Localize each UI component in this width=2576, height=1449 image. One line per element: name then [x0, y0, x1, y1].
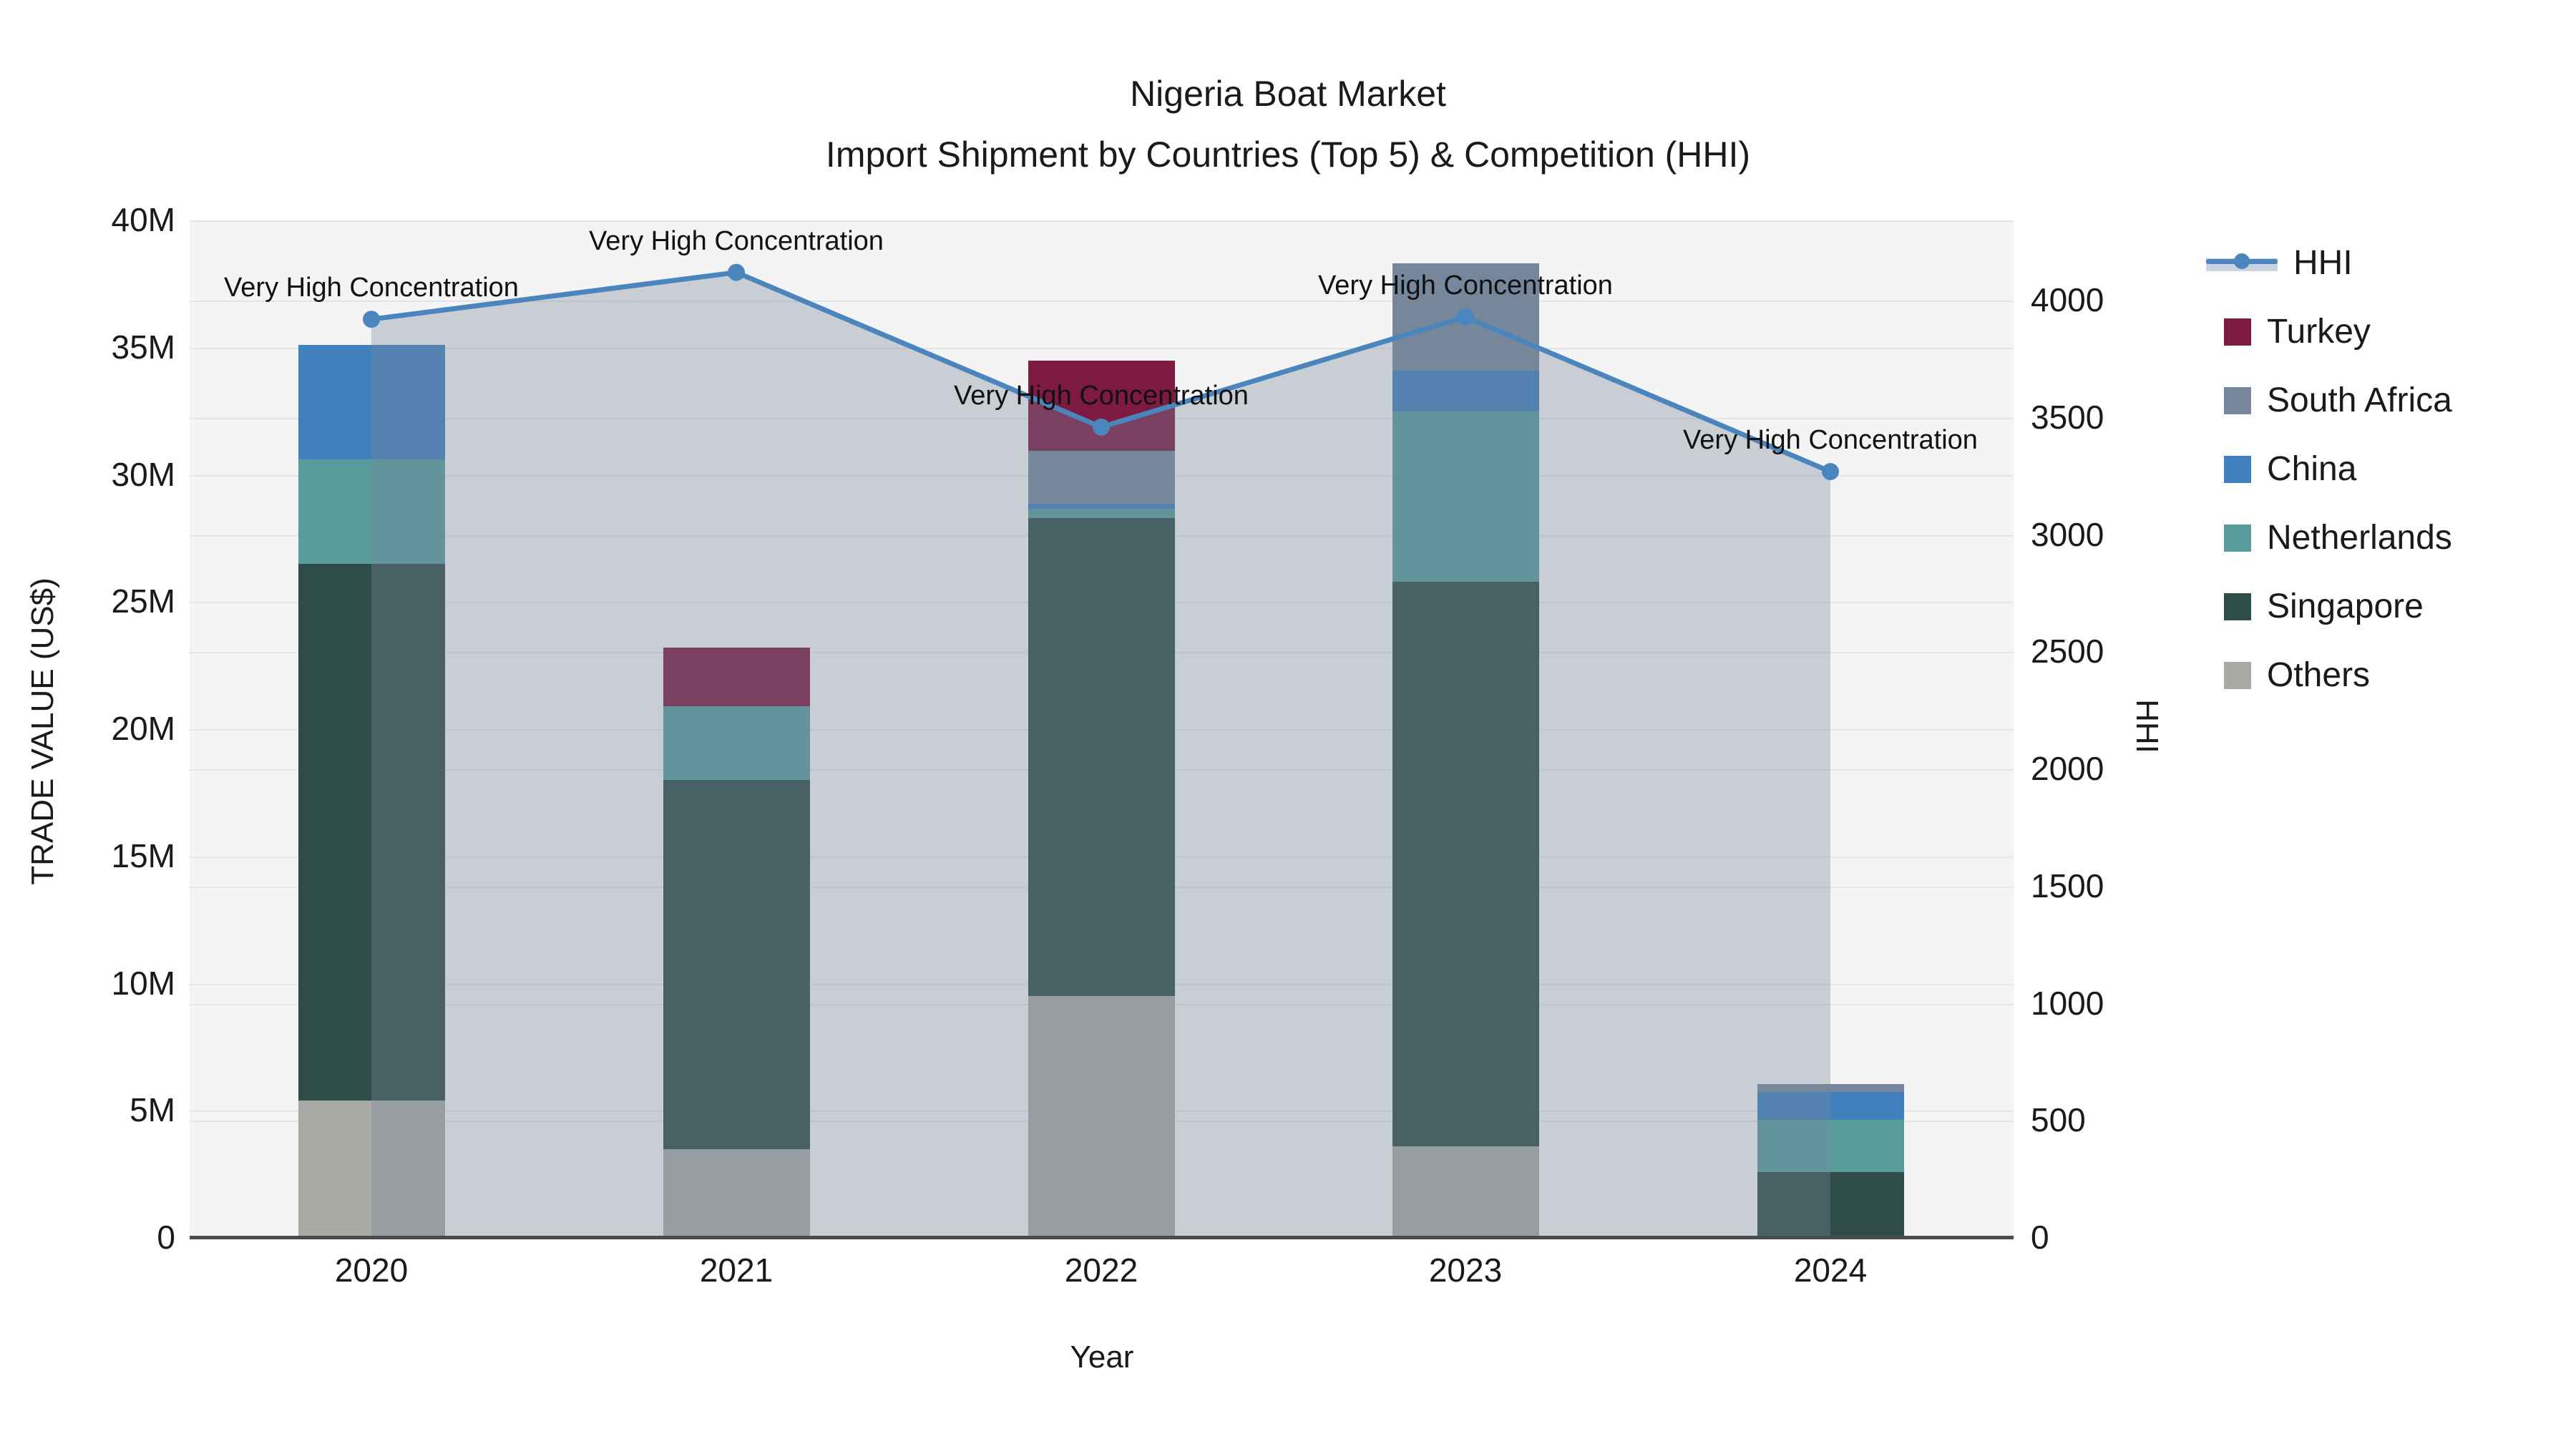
plot-area: [190, 220, 2014, 1238]
annotation-2022: Very High Concentration: [954, 380, 1249, 411]
x-tick-2024: 2024: [1793, 1252, 1868, 1289]
bar-segment-singapore-2023[interactable]: [1392, 581, 1539, 1146]
y-left-tick: 15M: [111, 836, 175, 874]
legend-item-china[interactable]: China: [2224, 449, 2356, 489]
bar-segment-netherlands-2021[interactable]: [663, 706, 810, 781]
legend-label: Turkey: [2267, 313, 2371, 351]
y-right-tick: 3000: [2031, 515, 2104, 553]
legend-item-hhi[interactable]: HHI: [2206, 243, 2353, 283]
annotation-2024: Very High Concentration: [1683, 425, 1978, 456]
legend-item-others[interactable]: Others: [2224, 655, 2370, 695]
bar-segment-netherlands-2023[interactable]: [1392, 411, 1539, 582]
legend-label: HHI: [2293, 244, 2353, 282]
y-left-tick: 40M: [111, 201, 175, 238]
legend-item-netherlands[interactable]: Netherlands: [2224, 518, 2452, 557]
y-right-tick: 1000: [2031, 984, 2104, 1022]
bar-segment-singapore-2022[interactable]: [1028, 517, 1175, 997]
legend-swatch-icon: [2224, 386, 2251, 414]
bar-segment-south-africa-2024[interactable]: [1757, 1083, 1904, 1092]
y-left-tick: 0: [157, 1219, 175, 1256]
gridline-trade-value: [190, 347, 2014, 349]
legend-swatch-icon: [2224, 318, 2251, 346]
y-axis-right-title: HHI: [2129, 699, 2165, 753]
bar-segment-netherlands-2020[interactable]: [298, 459, 445, 564]
y-left-tick: 20M: [111, 710, 175, 747]
legend-item-south-africa[interactable]: South Africa: [2224, 381, 2452, 420]
bar-segment-others-2021[interactable]: [663, 1148, 810, 1238]
bar-segment-others-2022[interactable]: [1028, 996, 1175, 1238]
y-right-tick: 3500: [2031, 398, 2104, 436]
bar-segment-china-2024[interactable]: [1757, 1091, 1904, 1120]
y-right-tick: 1500: [2031, 867, 2104, 904]
legend-label: Netherlands: [2267, 519, 2452, 557]
legend-label: Others: [2267, 656, 2371, 694]
legend-label: China: [2267, 450, 2357, 488]
legend-swatch-icon: [2224, 661, 2251, 689]
bar-segment-singapore-2021[interactable]: [663, 780, 810, 1149]
y-left-tick: 25M: [111, 582, 175, 620]
y-right-tick: 500: [2031, 1101, 2086, 1139]
annotation-2021: Very High Concentration: [589, 225, 884, 256]
legend-swatch-icon: [2224, 524, 2251, 552]
chart-title: Nigeria Boat Market: [1130, 74, 1446, 114]
legend-label: South Africa: [2267, 381, 2452, 419]
x-tick-2023: 2023: [1428, 1252, 1503, 1289]
x-tick-2020: 2020: [334, 1252, 409, 1289]
x-tick-2021: 2021: [699, 1252, 774, 1289]
bar-segment-netherlands-2024[interactable]: [1757, 1119, 1904, 1172]
bar-segment-south-africa-2022[interactable]: [1028, 450, 1175, 504]
y-right-tick: 2500: [2031, 633, 2104, 670]
y-left-tick: 5M: [130, 1091, 175, 1129]
annotation-2023: Very High Concentration: [1318, 270, 1613, 301]
bar-segment-singapore-2024[interactable]: [1757, 1171, 1904, 1238]
bar-segment-netherlands-2022[interactable]: [1028, 509, 1175, 518]
bar-segment-others-2020[interactable]: [298, 1101, 445, 1238]
y-right-tick: 0: [2031, 1219, 2049, 1256]
y-left-tick: 35M: [111, 328, 175, 366]
bar-segment-china-2023[interactable]: [1392, 370, 1539, 411]
y-right-tick: 2000: [2031, 750, 2104, 787]
legend-swatch-icon: [2224, 592, 2251, 620]
legend-swatch-icon: [2224, 455, 2251, 483]
legend-item-singapore[interactable]: Singapore: [2224, 587, 2424, 626]
bar-segment-turkey-2021[interactable]: [663, 648, 810, 706]
x-tick-2022: 2022: [1064, 1252, 1138, 1289]
annotation-2020: Very High Concentration: [224, 273, 519, 303]
bar-segment-china-2020[interactable]: [298, 345, 445, 460]
legend-item-turkey[interactable]: Turkey: [2224, 312, 2371, 351]
bar-segment-others-2023[interactable]: [1392, 1146, 1539, 1238]
hhi-line-icon: [2206, 250, 2278, 277]
y-left-tick: 30M: [111, 455, 175, 493]
legend-label: Singapore: [2267, 587, 2424, 625]
y-left-tick: 10M: [111, 964, 175, 1002]
chart-subtitle: Import Shipment by Countries (Top 5) & C…: [825, 135, 1751, 175]
bar-segment-singapore-2020[interactable]: [298, 563, 445, 1101]
x-axis-line: [190, 1236, 2014, 1239]
y-right-tick: 4000: [2031, 281, 2104, 318]
x-axis-title: Year: [1070, 1340, 1134, 1375]
bar-segment-china-2022[interactable]: [1028, 504, 1175, 509]
chart-figure: Nigeria Boat Market Import Shipment by C…: [0, 0, 2576, 1449]
gridline-trade-value: [190, 220, 2014, 222]
y-axis-left-title: TRADE VALUE (US$): [25, 577, 60, 885]
